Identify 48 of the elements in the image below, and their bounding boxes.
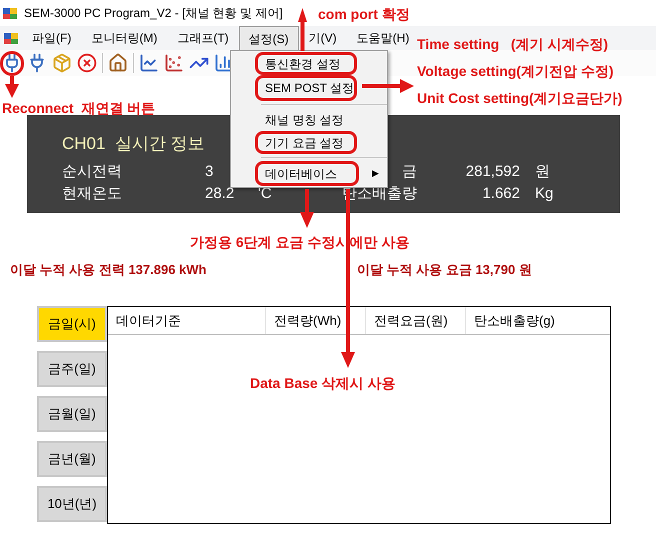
reading-unit: Kg [535, 184, 554, 202]
menu-item[interactable]: 기기 요금 설정 [231, 131, 387, 154]
annotation-text: Data Base 삭제시 사용 [250, 374, 396, 393]
annotation-arrow [299, 189, 315, 228]
home-icon[interactable] [108, 53, 128, 73]
annotation-text: Time setting (계기 시계수정) [417, 35, 608, 54]
menu-item[interactable]: 채널 명칭 설정 [231, 108, 387, 131]
period-button[interactable]: 금월(일) [37, 396, 107, 432]
annotation-text: Voltage setting(계기전압 수정) [417, 62, 614, 81]
close-icon[interactable] [77, 53, 97, 73]
annotation-text: Reconnect 재연결 버튼 [2, 99, 156, 118]
app-icon [3, 30, 19, 46]
annotation-arrow [4, 76, 20, 98]
annotation-text: com port 확정 [318, 5, 410, 24]
reading-value: 28.2 [205, 184, 234, 202]
scatter-chart-icon[interactable] [164, 53, 184, 73]
reading-label: 순시전력 [62, 162, 122, 182]
menu-item[interactable]: 파일(F) [22, 26, 82, 50]
menu-item[interactable]: 기(V) [298, 26, 347, 50]
menu-item[interactable]: 그래프(T) [167, 26, 239, 50]
summary-text: 이달 누적 사용 요금 13,790 원 [357, 261, 532, 276]
line-chart-icon[interactable] [139, 53, 159, 73]
column-header: 탄소배출량(g) [473, 312, 556, 330]
period-button[interactable]: 금일(시) [37, 306, 107, 342]
reading-label: 금 [402, 162, 417, 180]
summary-text: 이달 누적 사용 전력 137.896 kWh [10, 261, 208, 276]
highlight-ring [0, 51, 24, 76]
panel-title: CH01 실시간 정보 [62, 133, 205, 155]
annotation-arrow [298, 8, 307, 51]
app-icon [2, 5, 18, 21]
menu-item[interactable]: SEM POST 설정 [231, 75, 387, 101]
reading-unit: 원 [535, 162, 550, 180]
period-button[interactable]: 금주(일) [37, 351, 107, 387]
reading-label: 현재온도 [62, 184, 122, 204]
column-header: 전력요금(원) [366, 307, 466, 334]
window-title: SEM-3000 PC Program_V2 - [채널 현황 및 제어] [24, 5, 283, 22]
column-header: 전력량(Wh) [266, 307, 366, 334]
annotation-text: Unit Cost setting(계기요금단가) [417, 89, 622, 108]
menu-item[interactable]: 모니터링(M) [81, 26, 168, 50]
menu-item[interactable]: 설정(S) [238, 26, 299, 50]
column-header: 데이터기준 [108, 307, 266, 334]
reading-value: 3 [205, 162, 214, 180]
submenu-item[interactable]: 데이터베이스 ▶ [231, 161, 387, 186]
reading-value: 281,592 [466, 162, 520, 180]
period-button[interactable]: 금년(월) [37, 441, 107, 477]
annotation-arrow [362, 78, 414, 94]
period-button[interactable]: 10년(년) [37, 486, 107, 522]
reading-value: 1.662 [482, 184, 520, 202]
